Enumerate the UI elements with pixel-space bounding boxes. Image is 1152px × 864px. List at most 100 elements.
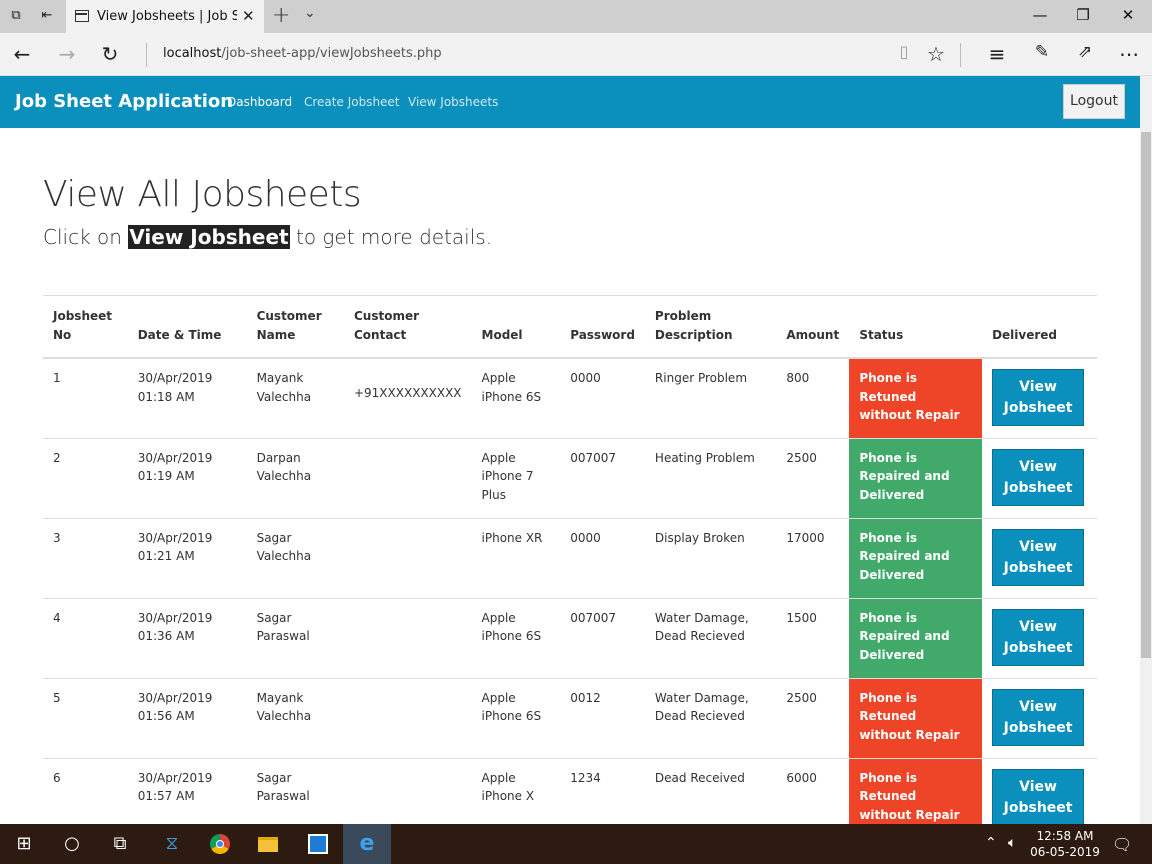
view-jobsheet-button[interactable]: View Jobsheet (992, 608, 1085, 666)
first-name: Sagar (256, 610, 292, 625)
close-window-icon[interactable]: ✕ (1118, 6, 1138, 24)
problem-description: Water Damage, Dead Recieved (644, 598, 777, 679)
amount: 1500 (776, 598, 850, 679)
chevron-up-icon[interactable]: ⌃ (985, 835, 997, 851)
close-tab-icon[interactable]: ✕ (242, 7, 255, 25)
date-time: 30/Apr/2019 01:56 AM (127, 678, 247, 759)
column-header: Customer Name (246, 295, 344, 359)
model: Apple iPhone 6S (471, 598, 561, 679)
new-tab-icon[interactable]: + (272, 3, 290, 28)
time: 01:56 AM (137, 709, 195, 723)
tab-actions-icon[interactable]: ⧉ (8, 8, 24, 24)
model: iPhone XR (471, 518, 561, 599)
tab-title: View Jobsheets | Job Sh (97, 9, 237, 24)
password: 0000 (560, 518, 645, 599)
customer-name: Mayank Valechha (246, 358, 344, 439)
clock[interactable]: 12:58 AM 06-05-2019 (1030, 828, 1100, 860)
delivered-cell: View Jobsheet (982, 598, 1097, 679)
more-icon[interactable]: ⋯ (1116, 42, 1142, 66)
set-tabs-aside-icon[interactable]: ⇤ (39, 8, 55, 24)
delivered-cell: View Jobsheet (982, 358, 1097, 439)
scrollbar-thumb[interactable] (1141, 132, 1151, 658)
divider (960, 43, 961, 67)
time: 01:57 AM (137, 789, 195, 803)
logout-button[interactable]: Logout (1063, 84, 1125, 119)
view-jobsheet-button[interactable]: View Jobsheet (992, 768, 1085, 824)
status-cell: Phone is Retuned without Repair (849, 758, 983, 824)
date: 30/Apr/2019 (137, 530, 213, 545)
table-row: 2 30/Apr/2019 01:19 AM Darpan Valechha App… (43, 438, 1097, 519)
volume-icon[interactable]: 🔈︎ (1008, 835, 1016, 851)
back-icon[interactable]: ← (9, 42, 35, 66)
first-name: Sagar (256, 770, 292, 785)
nav-dashboard[interactable]: Dashboard (227, 95, 292, 109)
refresh-icon[interactable]: ↻ (97, 42, 123, 66)
table-header-row: Jobsheet No Date & Time Customer Name Cu… (43, 295, 1097, 359)
delivered-cell: View Jobsheet (982, 438, 1097, 519)
address-bar[interactable]: localhost/job-sheet-app/viewJobsheets.ph… (163, 46, 442, 61)
brand[interactable]: Job Sheet Application (15, 91, 233, 112)
view-jobsheet-button[interactable]: View Jobsheet (992, 448, 1085, 506)
model: Apple iPhone 6S (471, 678, 561, 759)
hub-icon[interactable]: ≡ (984, 42, 1010, 66)
share-icon[interactable]: ⇗ (1072, 42, 1098, 62)
view-jobsheet-button[interactable]: View Jobsheet (992, 688, 1085, 746)
problem-description: Dead Received (644, 758, 777, 824)
cortana-search-icon[interactable]: ○ (48, 824, 96, 864)
date: 30/Apr/2019 (137, 450, 213, 465)
last-name: Paraswal (256, 629, 310, 643)
vscode-icon[interactable]: ⧖ (148, 824, 196, 864)
jobsheet-no: 4 (43, 598, 128, 679)
date-time: 30/Apr/2019 01:36 AM (127, 598, 247, 679)
lead-text: Click on (43, 225, 129, 249)
minimize-icon[interactable]: — (1030, 6, 1050, 24)
amount: 2500 (776, 678, 850, 759)
view-jobsheet-button[interactable]: View Jobsheet (992, 528, 1085, 586)
jobsheet-no: 3 (43, 518, 128, 599)
problem-description: Heating Problem (644, 438, 777, 519)
reading-view-icon[interactable]: ▯ (891, 42, 917, 61)
forward-icon[interactable]: → (54, 42, 80, 66)
task-view-icon[interactable]: ⧉ (96, 824, 144, 864)
pen-icon[interactable]: ✎ (1029, 42, 1055, 62)
column-header: Amount (776, 295, 850, 359)
view-jobsheet-button[interactable]: View Jobsheet (992, 369, 1085, 426)
chevron-down-icon[interactable]: ⌄ (304, 5, 316, 21)
delivered-cell: View Jobsheet (982, 518, 1097, 599)
customer-name: Sagar Paraswal (246, 758, 344, 824)
nav-view-jobsheets[interactable]: View Jobsheets (408, 95, 498, 109)
delivered-cell: View Jobsheet (982, 678, 1097, 759)
status-cell: Phone is Repaired and Delivered (849, 598, 983, 679)
vertical-scrollbar[interactable] (1140, 76, 1152, 824)
edge-icon[interactable]: e (343, 824, 391, 864)
password: 0012 (560, 678, 645, 759)
url-host: localhost (163, 46, 222, 61)
notifications-icon[interactable]: 🗨︎ (1112, 835, 1132, 854)
maximize-icon[interactable]: ❐ (1073, 6, 1093, 24)
jobsheet-no: 5 (43, 678, 128, 759)
chrome-icon[interactable] (196, 824, 244, 864)
amount: 2500 (776, 438, 850, 519)
customer-contact (343, 678, 472, 759)
favorite-star-icon[interactable]: ☆ (923, 42, 949, 66)
nav-create-jobsheet[interactable]: Create Jobsheet (304, 95, 400, 109)
browser-tab-bar: ⧉ ⇤ View Jobsheets | Job Sh ✕ + ⌄ — ❐ ✕ (0, 0, 1152, 33)
sticky-notes-icon[interactable] (294, 824, 342, 864)
column-header: Password (560, 295, 645, 359)
status-cell: Phone is Retuned without Repair (849, 358, 983, 439)
browser-nav-bar: ← → ↻ localhost/job-sheet-app/viewJobshe… (0, 33, 1152, 76)
column-header: Status (849, 295, 983, 359)
app-navbar: Job Sheet Application Dashboard Create J… (0, 76, 1140, 128)
table-row: 4 30/Apr/2019 01:36 AM Sagar Paraswal Appl… (43, 598, 1097, 679)
browser-tab[interactable]: View Jobsheets | Job Sh ✕ (66, 0, 264, 33)
time: 01:21 AM (137, 549, 195, 563)
customer-name: Sagar Paraswal (246, 598, 344, 679)
customer-name: Darpan Valechha (246, 438, 344, 519)
jobsheet-no: 6 (43, 758, 128, 824)
file-explorer-icon[interactable] (244, 824, 292, 864)
last-name: Valechha (256, 709, 312, 723)
start-windows-icon[interactable]: ⊞ (0, 824, 48, 864)
status-cell: Phone is Repaired and Delivered (849, 438, 983, 519)
column-header: Date & Time (127, 295, 247, 359)
first-name: Mayank (256, 371, 304, 385)
